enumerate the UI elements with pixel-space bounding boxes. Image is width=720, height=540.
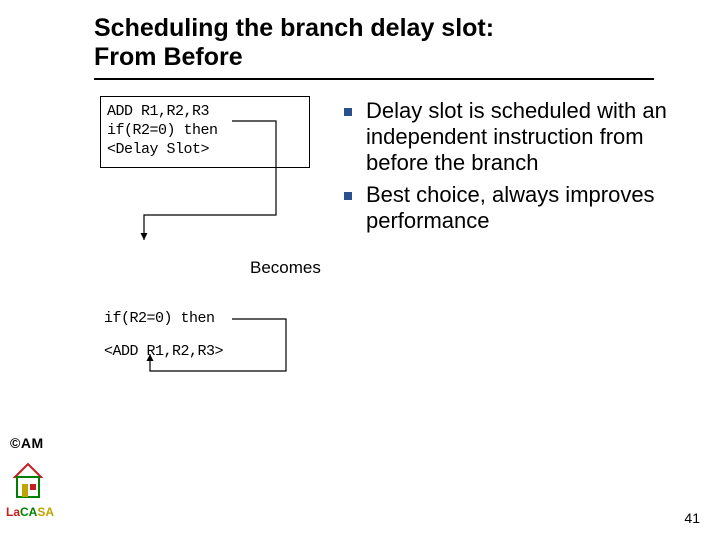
lower-code-line-2: <ADD R1,R2,R3> — [104, 343, 223, 362]
lacasa-la: La — [6, 505, 20, 519]
am-text: AM — [21, 435, 44, 451]
code-box-frame: ADD R1,R2,R3 if(R2=0) then <Delay Slot> — [100, 96, 310, 168]
bullet-item-2: Best choice, always improves performance — [344, 182, 696, 234]
bullet-item-1: Delay slot is scheduled with an independ… — [344, 98, 696, 176]
bullet-square-icon — [344, 108, 352, 116]
title-line-1: Scheduling the branch delay slot: — [94, 14, 654, 43]
lacasa-logo-icon — [10, 462, 46, 502]
lacasa-text: LaCASA — [6, 505, 54, 519]
bullet-text-1: Delay slot is scheduled with an independ… — [366, 98, 696, 176]
code-box: ADD R1,R2,R3 if(R2=0) then <Delay Slot> — [100, 96, 310, 168]
lower-code-line-1: if(R2=0) then — [104, 310, 223, 329]
slide: Scheduling the branch delay slot: From B… — [0, 0, 720, 540]
code-line-1: ADD R1,R2,R3 — [107, 103, 303, 122]
title-block: Scheduling the branch delay slot: From B… — [94, 14, 654, 80]
title-underline — [94, 78, 654, 80]
code-line-2: if(R2=0) then — [107, 122, 303, 141]
code-line-3: <Delay Slot> — [107, 141, 303, 160]
lower-code-block: if(R2=0) then <ADD R1,R2,R3> — [104, 310, 223, 362]
copyright-symbol: © — [10, 435, 21, 451]
arrows-layer — [0, 0, 720, 540]
page-number: 41 — [684, 510, 700, 526]
bullet-list: Delay slot is scheduled with an independ… — [344, 98, 696, 240]
bullet-square-icon — [344, 192, 352, 200]
lacasa-sa: SA — [37, 505, 54, 519]
copyright-am: ©AM — [10, 435, 44, 451]
title-line-2: From Before — [94, 43, 654, 72]
lacasa-ca: CA — [20, 505, 37, 519]
becomes-label: Becomes — [250, 258, 321, 278]
bullet-text-2: Best choice, always improves performance — [366, 182, 696, 234]
